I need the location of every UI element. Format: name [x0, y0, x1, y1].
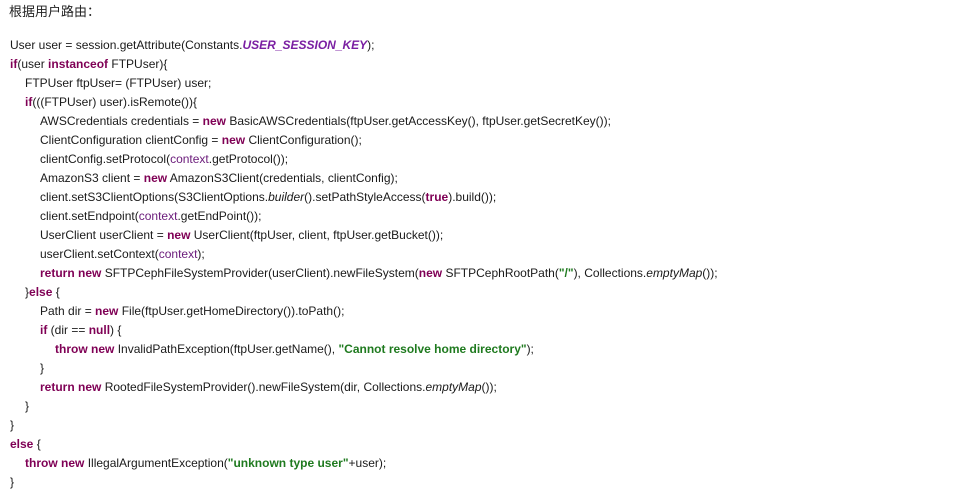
code-line: User user = session.getAttribute(Constan… [10, 36, 718, 55]
code-token: context [158, 247, 198, 261]
code-token: new [221, 133, 246, 147]
code-token: new [95, 304, 119, 318]
code-token: builder [268, 190, 305, 204]
code-token: USER_SESSION_KEY [242, 38, 368, 52]
code-token: (user [17, 57, 49, 71]
code-line: UserClient userClient = new UserClient(f… [10, 226, 718, 245]
code-token: SFTPCephFileSystemProvider(userClient).n… [101, 266, 419, 280]
code-token: SFTPCephRootPath( [442, 266, 559, 280]
code-line: Path dir = new File(ftpUser.getHomeDirec… [10, 302, 718, 321]
code-line: throw new InvalidPathException(ftpUser.g… [10, 340, 718, 359]
code-token: UserClient userClient = [40, 228, 168, 242]
code-token: throw [55, 342, 88, 356]
code-token: (dir == [47, 323, 89, 337]
code-token: else [29, 285, 53, 299]
code-token: "Cannot resolve home directory" [338, 342, 527, 356]
code-token: ); [367, 38, 375, 52]
code-line: AWSCredentials credentials = new BasicAW… [10, 112, 718, 131]
code-token: ClientConfiguration(); [245, 133, 362, 147]
code-token: userClient.setContext( [40, 247, 159, 261]
code-token: ), Collections. [573, 266, 647, 280]
code-token: ().setPathStyleAccess( [304, 190, 426, 204]
code-token: new [418, 266, 443, 280]
code-token: AmazonS3Client(credentials, clientConfig… [167, 171, 398, 185]
code-line: } [10, 473, 718, 492]
code-line: if(user instanceof FTPUser){ [10, 55, 718, 74]
code-line: return new SFTPCephFileSystemProvider(us… [10, 264, 718, 283]
code-token: } [40, 361, 45, 375]
code-token: new [61, 456, 85, 470]
code-line: AmazonS3 client = new AmazonS3Client(cre… [10, 169, 718, 188]
code-line: ClientConfiguration clientConfig = new C… [10, 131, 718, 150]
code-token: throw [25, 456, 58, 470]
code-line: throw new IllegalArgumentException("unkn… [10, 454, 718, 473]
code-line: if (dir == null) { [10, 321, 718, 340]
code-token: context [170, 152, 209, 166]
code-token: null [88, 323, 111, 337]
code-line: else { [10, 435, 718, 454]
code-token: FTPUser ftpUser= (FTPUser) user; [25, 76, 212, 90]
code-token: AWSCredentials credentials = [40, 114, 203, 128]
code-token: RootedFileSystemProvider().newFileSystem… [101, 380, 426, 394]
section-heading: 根据用户路由： [9, 5, 101, 20]
code-token: ); [526, 342, 534, 356]
code-token: new [78, 380, 102, 394]
code-line: userClient.setContext(context); [10, 245, 718, 264]
code-token: .getProtocol()); [208, 152, 289, 166]
code-line: clientConfig.setProtocol(context.getProt… [10, 150, 718, 169]
code-token: IllegalArgumentException( [84, 456, 228, 470]
code-token: ClientConfiguration clientConfig = [40, 133, 222, 147]
code-token: ).build()); [448, 190, 497, 204]
code-line: } [10, 416, 718, 435]
code-token: emptyMap [646, 266, 703, 280]
code-token: (((FTPUser) user).isRemote()){ [32, 95, 198, 109]
code-token: { [52, 285, 60, 299]
code-token: +user); [348, 456, 387, 470]
code-token: File(ftpUser.getHomeDirectory()).toPath(… [118, 304, 345, 318]
code-token: FTPUser){ [108, 57, 168, 71]
document-page: 根据用户路由： User user = session.getAttribute… [0, 0, 964, 496]
code-token: instanceof [48, 57, 109, 71]
code-token: client.setEndpoint( [40, 209, 139, 223]
code-token: new [202, 114, 226, 128]
code-token: ()); [481, 380, 497, 394]
code-line: } [10, 397, 718, 416]
code-block: User user = session.getAttribute(Constan… [10, 36, 718, 492]
code-token: } [25, 399, 30, 413]
code-token: Path dir = [40, 304, 96, 318]
code-line: FTPUser ftpUser= (FTPUser) user; [10, 74, 718, 93]
code-token: AmazonS3 client = [40, 171, 144, 185]
code-line: client.setS3ClientOptions(S3ClientOption… [10, 188, 718, 207]
code-line: client.setEndpoint(context.getEndPoint()… [10, 207, 718, 226]
code-token: emptyMap [425, 380, 482, 394]
code-token: .getEndPoint()); [177, 209, 262, 223]
code-token: User user = session.getAttribute(Constan… [10, 38, 243, 52]
code-token: "unknown type user" [227, 456, 349, 470]
code-token: true [425, 190, 449, 204]
code-token: return [40, 380, 75, 394]
code-token: client.setS3ClientOptions(S3ClientOption… [40, 190, 269, 204]
code-token: context [138, 209, 178, 223]
code-line: if(((FTPUser) user).isRemote()){ [10, 93, 718, 112]
code-token: } [10, 475, 15, 489]
code-token: } [10, 418, 15, 432]
code-token: UserClient(ftpUser, client, ftpUser.getB… [190, 228, 444, 242]
code-token: return [40, 266, 75, 280]
code-line: }else { [10, 283, 718, 302]
code-line: } [10, 359, 718, 378]
code-token: new [91, 342, 115, 356]
code-token: ); [197, 247, 205, 261]
code-token: ) { [110, 323, 122, 337]
code-token: clientConfig.setProtocol( [40, 152, 171, 166]
code-token: else [10, 437, 34, 451]
code-token: ()); [702, 266, 718, 280]
code-token: new [167, 228, 191, 242]
code-token: BasicAWSCredentials(ftpUser.getAccessKey… [225, 114, 612, 128]
code-token: new [143, 171, 168, 185]
code-line: return new RootedFileSystemProvider().ne… [10, 378, 718, 397]
code-token: InvalidPathException(ftpUser.getName(), [114, 342, 339, 356]
code-token: new [78, 266, 102, 280]
code-token: { [33, 437, 41, 451]
code-token: "/" [558, 266, 574, 280]
